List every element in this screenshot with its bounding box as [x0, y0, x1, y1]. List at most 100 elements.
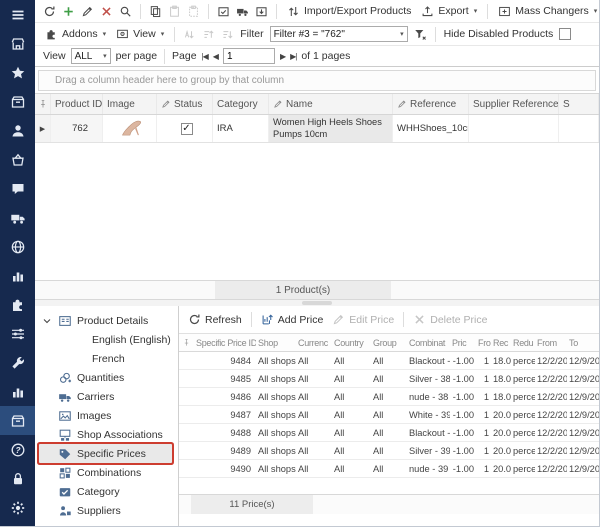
reduction-cell: 18.0 [493, 391, 511, 402]
column-header[interactable]: Rec [491, 338, 511, 348]
sidebar-item[interactable] [0, 319, 35, 348]
product-tab[interactable]: Specific Prices [39, 444, 172, 463]
sidebar-item[interactable] [0, 232, 35, 261]
sidebar-item[interactable] [0, 29, 35, 58]
column-header[interactable]: S [559, 94, 599, 114]
product-tab[interactable]: English (English) [39, 330, 172, 349]
column-header[interactable]: Shop [256, 338, 296, 348]
sort-descending-icon[interactable] [221, 28, 234, 41]
product-row[interactable]: ▶ 762 IRA Women High Heels Shoes Pumps 1… [35, 115, 599, 143]
sidebar-item[interactable] [0, 145, 35, 174]
export-button[interactable]: Export ▾ [419, 5, 479, 18]
paste-icon[interactable] [168, 5, 181, 18]
sidebar-item[interactable] [0, 261, 35, 290]
sidebar-item[interactable] [0, 174, 35, 203]
column-header[interactable]: Fro [476, 338, 491, 348]
mass-changers-button[interactable]: Mass Changers ▾ [496, 5, 599, 18]
sidebar-item[interactable] [0, 290, 35, 319]
price-row[interactable]: 9485 All shops All All All Silver - 38 -… [179, 370, 599, 388]
specific-price-id-cell: 9490 [230, 463, 251, 474]
delete-price-button[interactable]: Delete Price [411, 313, 489, 326]
search-icon[interactable] [119, 5, 132, 18]
sidebar-item[interactable] [0, 0, 35, 29]
price-cell: -1.00 [452, 409, 474, 420]
next-page-button[interactable]: ▶ [280, 52, 286, 61]
sidebar-item[interactable] [0, 348, 35, 377]
product-tab[interactable]: Suppliers [39, 501, 172, 520]
price-row[interactable]: 9489 All shops All All All Silver - 39 -… [179, 442, 599, 460]
separator [487, 3, 489, 19]
column-header[interactable]: Name [269, 94, 393, 114]
price-row[interactable]: 9490 All shops All All All nude - 39 -1.… [179, 460, 599, 478]
price-row[interactable]: 9487 All shops All All All White - 39 -1… [179, 406, 599, 424]
sidebar-item[interactable] [0, 87, 35, 116]
sort-az-icon[interactable] [183, 28, 196, 41]
price-row[interactable]: 9486 All shops All All All nude - 38 -1.… [179, 388, 599, 406]
add-price-button[interactable]: Add Price [259, 313, 326, 326]
column-header[interactable]: Product ID [51, 94, 103, 114]
product-tab[interactable]: Carriers [39, 387, 172, 406]
paste-special-icon[interactable] [187, 5, 200, 18]
tag-icon [58, 447, 72, 461]
product-tab[interactable]: Combinations [39, 463, 172, 482]
product-tab[interactable]: French [39, 349, 172, 368]
column-header[interactable]: From [535, 338, 567, 348]
column-header[interactable]: Pric [450, 338, 476, 348]
last-page-button[interactable]: ▶| [290, 52, 297, 61]
refresh-prices-button[interactable]: Refresh [186, 313, 244, 326]
addons-button[interactable]: Addons ▾ [43, 28, 108, 41]
edit-price-button[interactable]: Edit Price [330, 313, 396, 326]
hide-disabled-checkbox[interactable] [559, 28, 572, 40]
sidebar-item[interactable] [0, 493, 35, 522]
column-header[interactable]: Combinat [407, 338, 450, 348]
page-input[interactable] [222, 48, 275, 64]
filter-combobox[interactable]: Filter #3 = "762" ▾ [269, 26, 408, 42]
column-header[interactable]: Currenc [296, 338, 332, 348]
column-header[interactable]: Image [103, 94, 157, 114]
name-cell[interactable]: Women High Heels Shoes Pumps 10cm [269, 115, 393, 142]
product-tab[interactable]: Images [39, 406, 172, 425]
sidebar-item[interactable] [0, 203, 35, 232]
column-header[interactable]: Category [213, 94, 269, 114]
first-page-button[interactable]: |◀ [202, 52, 209, 61]
per-page-select[interactable]: ALL ▾ [70, 48, 111, 64]
add-product-icon[interactable] [62, 5, 75, 18]
column-header[interactable]: Country [332, 338, 371, 348]
pin-column[interactable] [35, 94, 51, 114]
sort-ascending-icon[interactable] [202, 28, 215, 41]
product-image-cell [103, 115, 157, 142]
column-header[interactable]: Redu [511, 338, 535, 348]
product-tab[interactable]: Shop Associations [39, 425, 172, 444]
sidebar-item[interactable] [0, 116, 35, 145]
column-header[interactable]: Supplier Reference [469, 94, 559, 114]
sidebar-item[interactable] [0, 406, 35, 435]
product-tab[interactable]: Product Details [39, 311, 172, 330]
edit-product-icon[interactable] [81, 5, 94, 18]
prev-page-button[interactable]: ◀ [213, 52, 219, 61]
column-header[interactable]: Group [371, 338, 407, 348]
column-header[interactable]: Specific Price ID [194, 338, 256, 348]
import-product-icon[interactable] [255, 5, 268, 18]
column-header[interactable]: Reference [393, 94, 469, 114]
view-button[interactable]: View ▾ [114, 28, 166, 41]
export-product-icon[interactable] [217, 5, 230, 18]
product-tab[interactable]: Quantities [39, 368, 172, 387]
product-tab[interactable]: Category [39, 482, 172, 501]
sidebar-item[interactable]: ? [0, 435, 35, 464]
price-row[interactable]: 9484 All shops All All All Blackout - -1… [179, 352, 599, 370]
import-export-products-button[interactable]: Import/Export Products [285, 5, 413, 18]
clear-filter-icon[interactable] [414, 28, 427, 41]
pin-column[interactable] [179, 338, 194, 347]
delete-product-icon[interactable] [100, 5, 113, 18]
status-checkbox[interactable] [180, 122, 193, 135]
group-by-panel[interactable]: Drag a column header here to group by th… [38, 70, 596, 91]
sidebar-item[interactable] [0, 58, 35, 87]
price-row[interactable]: 9488 All shops All All All Blackout - -1… [179, 424, 599, 442]
refresh-icon[interactable] [43, 5, 56, 18]
sidebar-item[interactable] [0, 464, 35, 493]
column-header[interactable]: To [567, 338, 599, 348]
copy-icon[interactable] [149, 5, 162, 18]
column-header[interactable]: Status [157, 94, 213, 114]
sidebar-item[interactable] [0, 377, 35, 406]
shipping-icon[interactable] [236, 5, 249, 18]
